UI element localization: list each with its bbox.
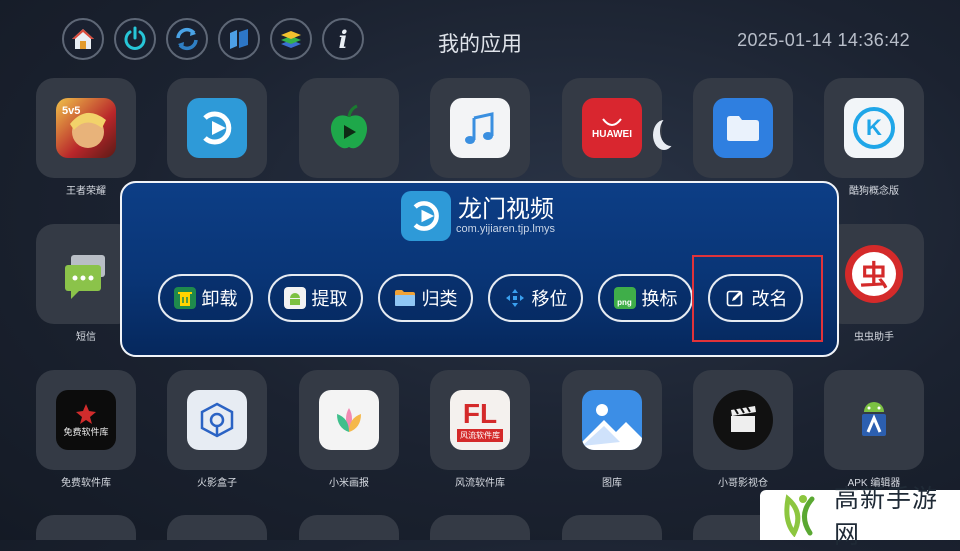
app-label: 小哥影视仓 (718, 478, 768, 489)
info-icon[interactable]: i (322, 18, 364, 60)
app-options-dialog: 龙门视频 com.yijiaren.tjp.lmys 卸载 提取 归类 移位 p… (120, 181, 839, 357)
app-tile-fengliu[interactable]: FL 风流软件库 (430, 370, 530, 470)
app-tile-gallery[interactable] (562, 370, 662, 470)
app-tile-partial[interactable] (299, 515, 399, 540)
uninstall-label: 卸载 (201, 289, 238, 309)
android-icon (283, 287, 306, 309)
app-tile-apk-editor[interactable] (824, 370, 924, 470)
box-icon (187, 390, 247, 450)
app-tile-files[interactable] (693, 78, 793, 178)
focus-highlight (692, 255, 823, 342)
app-tile-partial[interactable] (562, 515, 662, 540)
png-icon: png (613, 287, 636, 309)
app-tile-apple[interactable] (299, 78, 399, 178)
app-tile-xiaoge[interactable] (693, 370, 793, 470)
gallery-icon (582, 390, 642, 450)
watermark-text: 高新手游网 (834, 485, 939, 549)
fl-logo-text: FL (462, 397, 498, 429)
message-icon (56, 244, 116, 304)
move-button[interactable]: 移位 (488, 274, 583, 322)
kugou-logo-text: K (853, 107, 895, 149)
app-tile-video[interactable] (167, 78, 267, 178)
flower-icon (319, 390, 379, 450)
dialog-app-name: 龙门视频 (458, 196, 554, 223)
cube-icon[interactable] (218, 18, 260, 60)
uninstall-button[interactable]: 卸载 (158, 274, 253, 322)
move-icon (504, 287, 526, 309)
app-label: 图库 (602, 478, 622, 489)
apk-editor-icon (844, 390, 904, 450)
power-icon[interactable] (114, 18, 156, 60)
change-icon-button[interactable]: png 换标 (598, 274, 693, 322)
refresh-icon[interactable] (166, 18, 208, 60)
top-bar: i 我的应用 2025-01-14 14:36:42 (0, 0, 960, 80)
extract-label: 提取 (311, 289, 348, 309)
game-hero-icon: 5v5 (56, 98, 116, 158)
app-tile-huoying[interactable] (167, 370, 267, 470)
app-tile-music[interactable] (430, 78, 530, 178)
video-play-icon (401, 191, 451, 241)
app-label: 小米画报 (329, 478, 369, 489)
app-tile-partial[interactable] (36, 515, 136, 540)
kugou-icon: K (844, 98, 904, 158)
app-tile-partial[interactable] (167, 515, 267, 540)
extract-button[interactable]: 提取 (268, 274, 363, 322)
chongchong-logo-text: 虫 (852, 252, 896, 296)
home-icon[interactable] (62, 18, 104, 60)
moon-icon (660, 116, 682, 146)
app-label: 免费软件库 (61, 478, 111, 489)
app-tile-wangzhe[interactable]: 5v5 (36, 78, 136, 178)
watermark: 高新手游网 (760, 485, 960, 549)
app-label: 风流软件库 (455, 478, 505, 489)
huawei-icon: HUAWEI (582, 98, 642, 158)
app-tile-kugou[interactable]: K (824, 78, 924, 178)
app-tile-partial[interactable] (430, 515, 530, 540)
watermark-logo-icon (776, 493, 826, 537)
trash-icon (173, 287, 196, 309)
change-icon-label: 换标 (641, 289, 678, 309)
fl-logo-subtext: 风流软件库 (457, 428, 503, 442)
move-label: 移位 (531, 289, 568, 309)
png-icon-text: png (617, 298, 632, 307)
app-tile-mi-wallpaper[interactable] (299, 370, 399, 470)
app-tile-huawei[interactable]: HUAWEI (562, 78, 662, 178)
folder-icon (394, 287, 416, 309)
chongchong-icon: 虫 (844, 244, 904, 304)
layers-icon[interactable] (270, 18, 312, 60)
page-title: 我的应用 (438, 33, 522, 56)
svg-text:5v5: 5v5 (62, 105, 80, 117)
app-tile-chongchong[interactable]: 虫 (824, 224, 924, 324)
app-tile-free-software[interactable]: 免费软件库 (36, 370, 136, 470)
software-lib-icon: 免费软件库 (56, 390, 116, 450)
categorize-label: 归类 (421, 289, 458, 309)
clock: 2025-01-14 14:36:42 (737, 30, 910, 50)
apple-play-icon (319, 98, 379, 158)
folder-icon (713, 98, 773, 158)
app-label: 火影盒子 (197, 478, 237, 489)
categorize-button[interactable]: 归类 (378, 274, 473, 322)
video-play-icon (187, 98, 247, 158)
clapper-icon (713, 390, 773, 450)
fl-icon: FL 风流软件库 (450, 390, 510, 450)
huawei-logo-text: HUAWEI (592, 128, 632, 140)
software-lib-logo-text: 免费软件库 (63, 427, 109, 438)
music-icon (450, 98, 510, 158)
dialog-package-name: com.yijiaren.tjp.lmys (456, 223, 556, 235)
